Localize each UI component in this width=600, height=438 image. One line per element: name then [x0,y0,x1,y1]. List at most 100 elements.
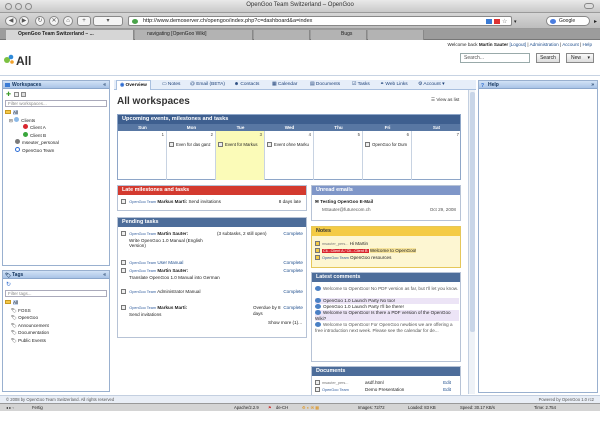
complete-link[interactable]: Complete [283,289,303,295]
tree-item-all[interactable]: All [5,109,59,117]
complete-link[interactable]: Complete [283,260,303,266]
security-icon[interactable] [494,19,500,24]
bookmark-button[interactable]: + [77,16,91,26]
calendar-day-cell[interactable]: 5 [314,131,363,180]
new-button[interactable]: New ▾ [566,53,594,63]
collapse-icon[interactable]: « [103,271,106,279]
task-title[interactable]: Administrator Manual [157,289,200,294]
tree-item-client-b[interactable]: Client B [5,131,59,140]
edit-link[interactable]: Edit [443,380,451,386]
document-name[interactable]: Demo Presentation [365,387,404,393]
tag-item[interactable]: 🏷 OpenGoo [5,314,49,322]
tree-item-client-a[interactable]: Client A [5,124,59,132]
scrollbar-thumb[interactable] [470,92,475,332]
tab-contacts[interactable]: ☻ Contacts [234,80,259,90]
filter-tags-input[interactable]: Filter tags... [5,290,107,297]
addon-icons[interactable]: ⚙ ◐ ✉ ▦ [302,404,319,412]
calendar-day-cell[interactable]: 4 Event ohne Marku [265,131,314,180]
workspace-tag[interactable]: msauter_pers... [322,381,348,385]
browser-tab-2[interactable]: navigating [OpenGoo Wiki] [135,30,253,40]
note-row[interactable]: msauter_pers... Hi Martin [315,241,368,248]
browser-tab-1[interactable]: OpenGoo Team Switzerland – ... [6,30,134,40]
help-link[interactable]: Help [583,42,592,47]
workspace-tag[interactable]: OpenGoo Team [129,200,156,204]
calendar-event[interactable]: OpenGoo for Dum [365,142,410,148]
pending-task-row[interactable]: OpenGoo Team Martin Sauter: Complete Tra… [121,268,305,280]
tag-item[interactable]: 🏷 FOSS [5,307,49,315]
task-title[interactable]: Translate OpenGoo 1.0 Manual into German [121,275,221,281]
workspace-tag[interactable]: Cli...Client A / Cli...Client B [322,249,369,253]
document-row[interactable]: msauter_pers... asdf.html Edit [315,380,459,387]
tab-overview[interactable]: ◉ Overview [116,80,151,90]
url-bar[interactable]: http://www.demoserver.ch/opengoo/index.p… [128,16,512,26]
calendar-day-cell[interactable]: 2 Even für das ganz [167,131,216,180]
email-subject[interactable]: ✉ Testing OpenGoo E-Mail [315,199,373,205]
complete-link[interactable]: Complete [283,305,303,311]
workspace-tag[interactable]: OpenGoo Team [129,232,156,236]
back-button[interactable]: ◀ [5,16,17,26]
view-as-list-link[interactable]: ☰ View as list [431,97,459,103]
comment-item[interactable]: Welcome to OpenGoo! No PDF version as fa… [315,286,459,292]
add-workspace-icon[interactable]: ✚ [6,91,11,98]
browser-tab-4[interactable]: Bugs [311,30,367,40]
task-title[interactable]: Send invitations [188,199,220,204]
workspace-tag[interactable]: OpenGoo Team [129,269,156,273]
calendar-day-cell-today[interactable]: 3 Event für Markus [216,131,265,180]
rss-icon[interactable] [486,19,492,24]
calendar-event[interactable]: Event für Markus [218,142,263,148]
tab-email[interactable]: @ Email (BETA) [190,80,225,90]
tab-calendar[interactable]: ▦ Calendar [272,80,297,90]
late-task-row[interactable]: OpenGoo Team Markus Marti: Send invitati… [121,199,303,206]
tag-item[interactable]: 🏷 Public Events [5,337,49,345]
toolbar-toggle-button[interactable] [584,3,594,9]
task-title[interactable]: User Manual [157,260,183,265]
calendar-day-cell[interactable]: 6 OpenGoo for Dum [363,131,412,180]
main-scrollbar[interactable] [468,90,475,394]
tab-tasks[interactable]: ☑ Tasks [352,80,370,90]
search-input[interactable]: Search... [460,53,530,63]
forward-button[interactable]: ▶ [19,16,29,26]
logout-link[interactable]: [Logout] [509,42,526,47]
complete-link[interactable]: Complete [283,268,303,274]
pending-task-row[interactable]: OpenGoo Team Markus Marti: Overdue by 8 … [121,305,305,317]
tree-item-team[interactable]: OpenGoo Team [5,146,59,155]
calendar-day-cell[interactable]: 1 [118,131,167,180]
workspace-tag[interactable]: OpenGoo Team [129,261,156,265]
browser-tab-3[interactable] [254,30,310,40]
pending-task-row[interactable]: OpenGoo Team Martin Sauter: (3 subtasks,… [121,231,305,249]
show-more-link[interactable]: Show more (1)... [268,320,302,326]
account-link[interactable]: Account [562,42,579,47]
task-title[interactable]: Send invitations [121,312,221,318]
note-row[interactable]: OpenGoo Team OpenGoo resources [315,255,391,262]
search-engine-box[interactable]: Google [546,16,590,26]
tag-item-all[interactable]: All [5,299,49,307]
note-title[interactable]: Hi Martin [350,241,368,246]
browser-tab-5[interactable] [368,30,424,40]
comment-item[interactable]: Welcome to OpenGoo! Is there a PDF versi… [315,310,459,321]
tab-web-links[interactable]: ⚭ Web Links [380,80,408,90]
note-row[interactable]: Cli...Client A / Cli...Client B Welcome … [315,248,417,255]
pending-task-row[interactable]: OpenGoo Team User Manual Complete [121,260,305,267]
task-title[interactable]: Write OpenGoo 1.0 Manual (English Versio… [121,238,211,249]
comment-item[interactable]: OpenGoo 1.0 Launch Party I'll be there! [315,304,459,310]
calendar-event[interactable]: Even für das ganz [169,142,214,148]
collapse-icon[interactable]: » [591,81,594,89]
tab-documents[interactable]: ▤ Documents [310,80,340,90]
reload-button[interactable]: ↻ [35,16,45,26]
document-name[interactable]: asdf.html [365,380,384,386]
comment-item[interactable]: Welcome to OpenGoo! For OpenGoo newbies … [315,322,459,333]
tag-item[interactable]: 🏷 Announcement [5,322,49,330]
stop-button[interactable]: ✕ [49,16,59,26]
complete-link[interactable]: Complete [283,231,303,237]
bookmark-star-icon[interactable]: ☆ [502,18,507,25]
tree-item-personal[interactable]: mseuter_personal [5,139,59,147]
tree-item-clients[interactable]: ⊟ Clients [5,116,59,125]
administration-link[interactable]: Administration [530,42,559,47]
menu-button[interactable]: ▸ [594,18,597,25]
tag-item[interactable]: 🏷 Documentation [5,329,49,337]
url-dropdown-icon[interactable]: ▾ [514,19,517,25]
tab-notes[interactable]: ▭ Notes [162,80,180,90]
search-button[interactable]: Search [536,53,560,63]
filter-workspaces-input[interactable]: Filter workspaces... [5,100,107,107]
document-row[interactable]: OpenGoo Team Demo Presentation Edit [315,387,459,394]
